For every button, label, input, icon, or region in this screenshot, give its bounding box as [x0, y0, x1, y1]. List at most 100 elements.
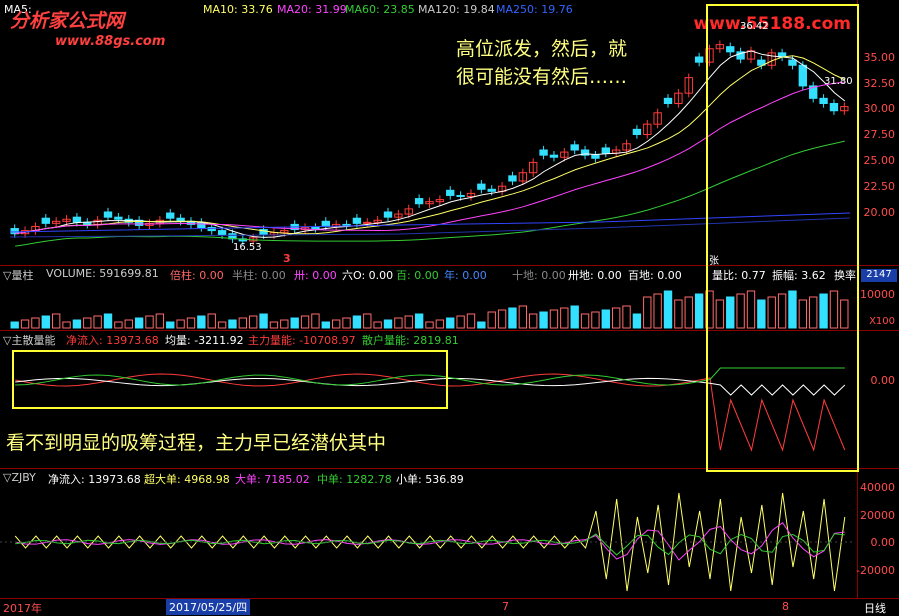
volume-bar — [228, 319, 237, 329]
ma60-value: MA60: 23.85 — [345, 3, 415, 16]
volume-bar — [41, 315, 50, 329]
volume-bar — [560, 307, 569, 329]
candle-body — [321, 220, 330, 227]
volume-bar — [62, 321, 71, 329]
annotation-mid: 看不到明显的吸筹过程，主力早已经潜伏其中 — [6, 432, 387, 454]
volume-bar — [207, 313, 216, 329]
candle-body — [72, 216, 82, 223]
low-price-label: 16.53 — [233, 242, 262, 253]
price-tick: 32.50 — [863, 77, 896, 90]
annotation-top-line2: 很可能没有然后…… — [456, 66, 628, 88]
volume-bar — [611, 307, 621, 329]
candle-body — [487, 188, 496, 192]
volume-bar — [103, 313, 113, 329]
candle-body — [114, 216, 123, 220]
energy-net: 净流入: 13973.68 — [66, 334, 159, 347]
volume-bar — [331, 319, 341, 329]
price-tick: 27.50 — [863, 128, 896, 141]
volume-bar — [186, 317, 196, 329]
volume-bar — [249, 315, 258, 329]
volume-bar — [529, 313, 538, 329]
site-url: www.88gs.com — [55, 34, 166, 49]
zjby-tick: -20000 — [856, 564, 895, 577]
zjby-big: 大单: 7185.02 — [235, 473, 310, 486]
price-tick: 22.50 — [863, 180, 896, 193]
candle-body — [601, 147, 610, 154]
price-tick: 20.00 — [863, 206, 896, 219]
beizhu-value: 倍柱: 0.00 — [170, 269, 224, 282]
baidi-value: 百地: 0.00 — [628, 269, 682, 282]
candle-body — [166, 212, 175, 219]
zjby-net: 净流入: 13973.68 — [48, 473, 141, 486]
volume-bar — [601, 309, 610, 329]
candle-body — [383, 211, 393, 218]
volume-bar — [570, 305, 579, 329]
volume-bar — [342, 317, 351, 329]
day-marker: 3 — [283, 252, 291, 265]
volume-bar — [622, 305, 631, 329]
volume-bar — [414, 313, 424, 329]
ma20-value: MA20: 31.99 — [277, 3, 347, 16]
volume-bar — [197, 315, 206, 329]
nian-value: 年: 0.00 — [444, 269, 487, 282]
volume-bar — [300, 315, 310, 329]
energy-main: 主力量能: -10708.97 — [248, 334, 356, 347]
volume-bar — [549, 309, 559, 329]
volume-bar — [134, 317, 144, 329]
zjby-mid: 中单: 1282.78 — [317, 473, 392, 486]
volume-unit: X100 — [869, 316, 895, 327]
zjby-title: ▽ZJBY — [3, 471, 36, 484]
volume-bar — [466, 313, 476, 329]
timeline-year: 2017年 — [3, 602, 42, 615]
volume-bar — [269, 321, 279, 329]
volume-bar — [674, 299, 683, 329]
zjby-small: 小单: 536.89 — [396, 473, 464, 486]
volume-bar — [632, 313, 642, 329]
ma120-value: MA120: 19.84 — [418, 3, 495, 16]
highlight-box-distribution — [706, 4, 859, 472]
shidi-value: 十地: 0.00 — [512, 269, 566, 282]
zjby-super: 超大单: 4968.98 — [144, 473, 230, 486]
volume-bar — [663, 290, 673, 329]
volume-bar — [487, 311, 496, 329]
liangbi-value: 量比: 0.77 — [712, 269, 766, 282]
zjby-tick: 40000 — [860, 481, 895, 494]
price-tick: 35.00 — [863, 51, 896, 64]
huanlv-label: 换率 — [834, 269, 856, 282]
candle-body — [446, 189, 455, 196]
volume-bar — [290, 317, 299, 329]
candle-body — [217, 230, 227, 236]
volume-bar — [394, 317, 403, 329]
volume-value: VOLUME: 591699.81 — [46, 267, 159, 280]
ma250-value: MA250: 19.76 — [496, 3, 573, 16]
energy-avg: 均量: -3211.92 — [165, 334, 244, 347]
volume-bar — [259, 313, 268, 329]
volume-bar — [145, 315, 154, 329]
price-tick: 25.00 — [863, 154, 896, 167]
candle-body — [570, 144, 579, 151]
volume-bar — [124, 319, 133, 329]
volume-bar — [363, 313, 372, 329]
energy-tick: 0.00 — [870, 374, 896, 387]
zjby-tick: 0.00 — [870, 536, 896, 549]
candle-body — [41, 217, 50, 224]
volume-bar — [166, 321, 175, 329]
volume-bar — [446, 317, 455, 329]
candle-body — [414, 198, 424, 205]
zjby-tick: 20000 — [860, 509, 895, 522]
volume-bar — [383, 319, 393, 329]
banzhu-value: 半柱: 0.00 — [232, 269, 286, 282]
period-button[interactable]: 日线 — [864, 600, 886, 616]
volume-bar — [643, 296, 652, 329]
volume-bar — [20, 319, 30, 329]
volume-bar — [176, 319, 185, 329]
zhenfu-value: 振幅: 3.62 — [772, 269, 826, 282]
ma10-value: MA10: 33.76 — [203, 3, 273, 16]
volume-bar — [311, 313, 320, 329]
volume-bar — [93, 315, 102, 329]
energy-retail: 散户量能: 2819.81 — [362, 334, 459, 347]
site-logo: 分析家公式网 — [10, 10, 125, 32]
volume-bar — [497, 309, 507, 329]
candle-body — [477, 183, 486, 190]
volume-bar — [72, 319, 82, 329]
